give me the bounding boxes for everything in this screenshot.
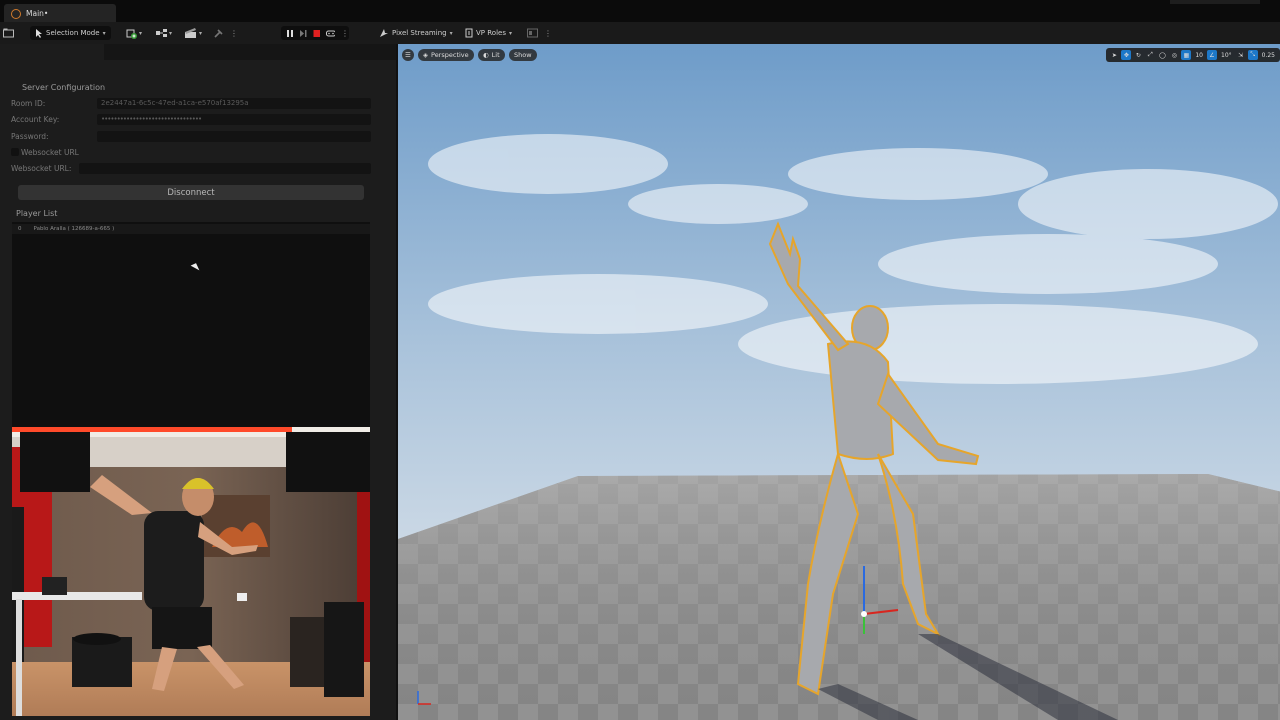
step-forward-icon[interactable]	[299, 29, 307, 38]
content-browser-button[interactable]	[3, 26, 14, 40]
add-cube-icon	[126, 29, 137, 39]
blueprints-button[interactable]: ▾	[156, 26, 172, 40]
viewport-toolbar: ☰ ◈ Perspective ◐ Lit Show ➤ ✥ ↻ ⤢ ◯ ◎ ▦	[398, 44, 1280, 66]
lit-label: Lit	[491, 51, 500, 59]
account-key-input[interactable]: ••••••••••••••••••••••••••••••••	[97, 114, 371, 125]
gamepad-icon[interactable]	[325, 29, 336, 38]
selection-mode-dropdown[interactable]: Selection Mode ▾	[30, 26, 111, 40]
chevron-down-icon: ▾	[102, 29, 106, 37]
webcam-preview	[12, 427, 370, 716]
unreal-editor-window: Main• Selection Mode ▾ ▾ ▾ ▾ ⋮ ⋮ Pixel S…	[0, 0, 1280, 720]
user-account-label	[1170, 0, 1260, 4]
kebab-menu-icon: ⋮	[230, 28, 238, 38]
camera-icon: ◈	[423, 51, 428, 59]
add-actor-button[interactable]: ▾	[126, 26, 142, 40]
camera-speed-icon[interactable]: ⤡	[1247, 50, 1258, 60]
lit-sphere-icon: ◐	[483, 51, 489, 59]
panel-header-bar	[104, 44, 396, 60]
perspective-button[interactable]: ◈ Perspective	[418, 49, 474, 61]
password-input[interactable]	[97, 131, 371, 142]
player-index: 0	[18, 226, 22, 232]
grid-snap-icon[interactable]: ▦	[1181, 50, 1192, 60]
tab-main-label: Main•	[26, 8, 49, 18]
play-controls: ⋮	[281, 26, 349, 40]
hamburger-menu-icon: ☰	[405, 51, 411, 59]
main-toolbar: Selection Mode ▾ ▾ ▾ ▾ ⋮ ⋮ Pixel Streami…	[0, 22, 1280, 44]
viewport-scene	[398, 44, 1280, 720]
clapperboard-icon	[185, 28, 196, 38]
blueprint-icon	[156, 29, 167, 37]
select-mode-icon[interactable]: ➤	[1109, 50, 1119, 60]
websocket-url-checkbox-label: Websocket URL	[21, 148, 79, 157]
perspective-label: Perspective	[431, 51, 469, 59]
list-item[interactable]: 0 Pablo Aralla ( 126689-a-665 )	[12, 224, 370, 234]
webcam-image	[12, 427, 370, 716]
show-label: Show	[514, 51, 532, 59]
viewport-transform-controls: ➤ ✥ ↻ ⤢ ◯ ◎ ▦ 10 ∠ 10° ⇲ ⤡ 0.25	[1106, 48, 1280, 62]
rotation-snap-icon[interactable]: ∠	[1207, 50, 1217, 60]
vp-roles-dropdown[interactable]: VP Roles ▾	[460, 26, 517, 40]
kebab-menu-icon[interactable]: ⋮	[544, 29, 552, 38]
password-label: Password:	[11, 132, 49, 141]
hammer-icon	[214, 29, 223, 38]
account-key-label: Account Key:	[11, 115, 60, 124]
translate-icon[interactable]: ✥	[1121, 50, 1132, 60]
tab-main[interactable]: Main•	[4, 4, 116, 22]
player-list-title: Player List	[16, 209, 58, 218]
chevron-down-icon: ▾	[139, 29, 143, 37]
camera-speed-value[interactable]: 0.25	[1260, 52, 1277, 59]
selection-mode-label: Selection Mode	[46, 29, 100, 37]
player-list: 0 Pablo Aralla ( 126689-a-665 )	[12, 222, 370, 427]
scale-icon[interactable]: ⤢	[1145, 50, 1155, 60]
websocket-url-checkbox[interactable]	[11, 148, 19, 156]
disconnect-button[interactable]: Disconnect	[18, 185, 364, 200]
tab-bar: Main•	[0, 0, 1280, 22]
extra-toolbar-buttons: ⋮	[527, 26, 552, 40]
viewport-options-button[interactable]: ☰	[402, 49, 414, 61]
chevron-down-icon: ▾	[508, 29, 512, 37]
pixel-streaming-dropdown[interactable]: Pixel Streaming ▾	[374, 26, 458, 40]
roles-icon	[465, 28, 473, 38]
server-configuration-title: Server Configuration	[22, 83, 106, 92]
room-id-input[interactable]: 2e2447a1-6c5c-47ed-a1ca-e570af13295a	[97, 98, 371, 109]
kebab-menu-icon[interactable]: ⋮	[341, 29, 349, 38]
room-id-label: Room ID:	[11, 99, 46, 108]
pixel-streaming-label: Pixel Streaming	[392, 29, 447, 37]
view-mode-button[interactable]: ◐ Lit	[478, 49, 505, 61]
level-viewport[interactable]: ☰ ◈ Perspective ◐ Lit Show ➤ ✥ ↻ ⤢ ◯ ◎ ▦	[396, 44, 1280, 720]
surface-snap-icon[interactable]: ◎	[1169, 50, 1179, 60]
websocket-url-input[interactable]	[79, 163, 371, 174]
chevron-down-icon: ▾	[449, 29, 453, 37]
build-button[interactable]	[214, 26, 224, 40]
vp-roles-label: VP Roles	[476, 29, 506, 37]
folder-icon	[3, 28, 14, 38]
player-name: Pablo Aralla ( 126689-a-665 )	[33, 226, 115, 232]
show-button[interactable]: Show	[509, 49, 537, 61]
settings-panel-icon[interactable]	[527, 28, 538, 38]
cinematics-button[interactable]: ▾	[185, 26, 202, 40]
rotate-icon[interactable]: ↻	[1133, 50, 1143, 60]
grid-snap-value[interactable]: 10	[1193, 52, 1205, 59]
websocket-url-label: Websocket URL:	[11, 164, 72, 173]
streaming-icon	[380, 29, 388, 37]
unreal-logo-icon	[10, 8, 21, 19]
rotation-snap-value[interactable]: 10°	[1219, 52, 1234, 59]
more-options-button[interactable]: ⋮	[230, 26, 238, 40]
chevron-down-icon: ▾	[169, 29, 173, 37]
stop-icon[interactable]	[313, 29, 320, 38]
scale-snap-icon[interactable]: ⇲	[1236, 50, 1246, 60]
pause-icon[interactable]	[286, 29, 293, 38]
chevron-down-icon: ▾	[199, 29, 203, 37]
world-space-icon[interactable]: ◯	[1157, 50, 1167, 60]
cursor-arrow-icon	[36, 28, 42, 38]
